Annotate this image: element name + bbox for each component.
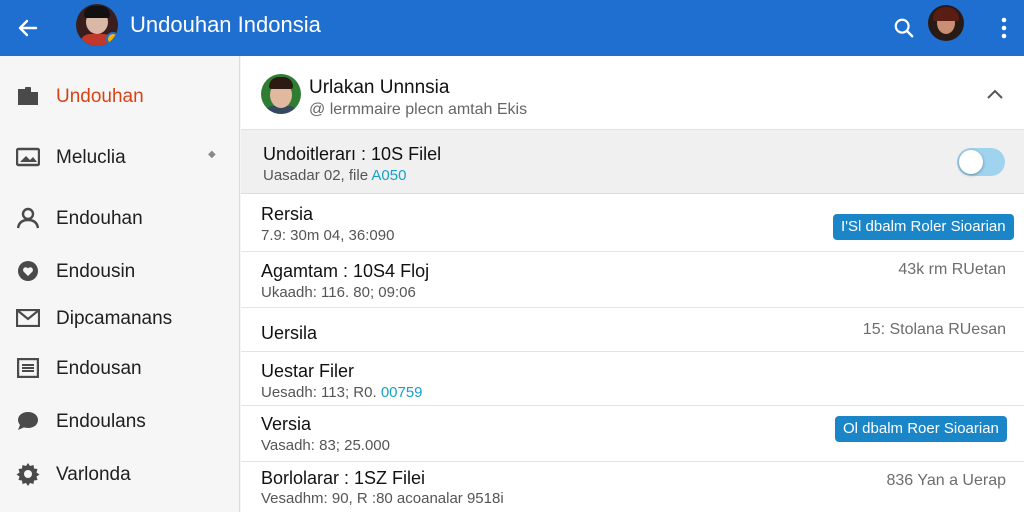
sidebar-item-label: Endouhan [56,208,143,229]
list-item-title: Rersia [261,204,314,224]
toggle-row-title: Undoitlerarı : 10S Filel [263,144,442,164]
list-item-subtitle: Ukaadh: 116. 80; 09:06 [261,284,416,301]
list-item[interactable]: Rersia 7.9: 30m 04, 36:090 I'Sl dbalm Ro… [241,194,1024,252]
user-avatar[interactable] [928,5,964,41]
sidebar-item-label: Undouhan [56,86,144,107]
toggle-row-subtitle-accent: A050 [371,167,407,184]
person-icon [15,206,41,230]
back-button[interactable] [0,0,56,56]
sidebar-item-label: Dipcamanans [56,308,173,329]
sidebar-item-endouhan[interactable]: Endouhan [0,196,240,240]
heart-icon [15,259,41,283]
row-action-button[interactable]: Ol dbalm Roer Sioarian [835,416,1007,442]
main-panel: Urlakan Unnnsia @ lermmaire plecn amtah … [241,56,1024,512]
sidebar-item-dipcamanans[interactable]: Dipcamanans [0,296,240,340]
list-item-meta: 836 Yan a Uerap [886,472,1007,489]
app-title: Undouhan Indonsia [130,12,321,37]
image-icon [15,145,41,169]
profile-avatar [261,74,301,114]
download-toggle-switch[interactable] [957,148,1005,176]
sidebar-item-endousan[interactable]: Endousan [0,346,240,390]
sidebar-item-label: Varlonda [56,464,131,485]
chat-icon [15,409,41,433]
list-item-subtitle: 7.9: 30m 04, 36:090 [261,227,395,244]
sidebar-item-varlonda[interactable]: Varlonda [0,452,240,496]
profile-header: Urlakan Unnnsia @ lermmaire plecn amtah … [241,56,1024,130]
list-item[interactable]: Agamtam : 10S4 Floj Ukaadh: 116. 80; 09:… [241,252,1024,308]
sidebar-item-label: Meluclia [56,147,126,168]
list-icon [15,356,41,380]
sidebar-item-meluclia[interactable]: Meluclia ◆ [0,135,240,179]
list-item-title: Versia [261,414,312,434]
list-item-title: Agamtam : 10S4 Floj [261,261,430,281]
toggle-row-subtitle: Uasadar 02, file A050 [263,167,406,185]
search-icon [894,18,914,38]
sidebar-item-endoulans[interactable]: Endoulans [0,399,240,443]
sidebar-item-endousin[interactable]: Endousin [0,249,240,293]
mail-icon [15,306,41,330]
chevron-up-icon [987,89,1003,99]
list-item-title: Uersila [261,323,318,343]
list-item-subtitle: Uesadh: 113; R0. 00759 [261,384,423,402]
sidebar: Undouhan Meluclia ◆ Endouhan Endousin Di… [0,56,240,512]
profile-name: Urlakan Unnnsia [309,77,450,98]
more-menu-button[interactable] [988,8,1020,48]
list-item-subtitle: Vasadh: 83; 25.000 [261,437,390,454]
list-item-title: Borlolarar : 1SZ Filei [261,468,426,488]
folder-icon [15,84,41,108]
toggle-row-subtitle-text: Uasadar 02, file [263,167,369,184]
search-button[interactable] [884,8,924,48]
sidebar-item-undouhan[interactable]: Undouhan [0,74,240,118]
collapse-button[interactable] [981,82,1009,106]
sidebar-item-label: Endoulans [56,411,146,432]
sidebar-item-label: Endousin [56,261,136,282]
expand-icon[interactable]: ◆ [208,149,216,160]
list-item-meta: 43k rm RUetan [898,261,1006,278]
list-item-subtitle: Vesadhm: 90, R :80 acoanalar 9518i [261,490,504,507]
list-item-subtitle-text: Uesadh: 113; R0. [261,384,377,401]
list-item[interactable]: Uersila 15: Stolana RUesan [241,308,1024,352]
switch-knob [959,150,983,174]
list-item[interactable]: Borlolarar : 1SZ Filei Vesadhm: 90, R :8… [241,462,1024,512]
list-item[interactable]: Uestar Filer Uesadh: 113; R0. 00759 [241,352,1024,406]
gear-icon [15,462,41,486]
list-item-meta: 15: Stolana RUesan [862,321,1006,338]
app-bar: Undouhan Indonsia [0,0,1024,56]
list-item-subtitle-accent: 00759 [380,384,423,401]
app-logo [76,4,118,46]
arrow-left-icon [18,19,38,37]
sidebar-item-label: Endousan [56,358,142,379]
profile-subtitle: @ lermmaire plecn amtah Ekis [309,101,528,118]
row-action-button[interactable]: I'Sl dbalm Roler Sioarian [833,214,1014,240]
download-toggle-row: Undoitlerarı : 10S Filel Uasadar 02, fil… [241,130,1024,194]
list-item[interactable]: Versia Vasadh: 83; 25.000 Ol dbalm Roer … [241,406,1024,462]
list-item-title: Uestar Filer [261,361,355,381]
more-vertical-icon [1001,17,1007,39]
